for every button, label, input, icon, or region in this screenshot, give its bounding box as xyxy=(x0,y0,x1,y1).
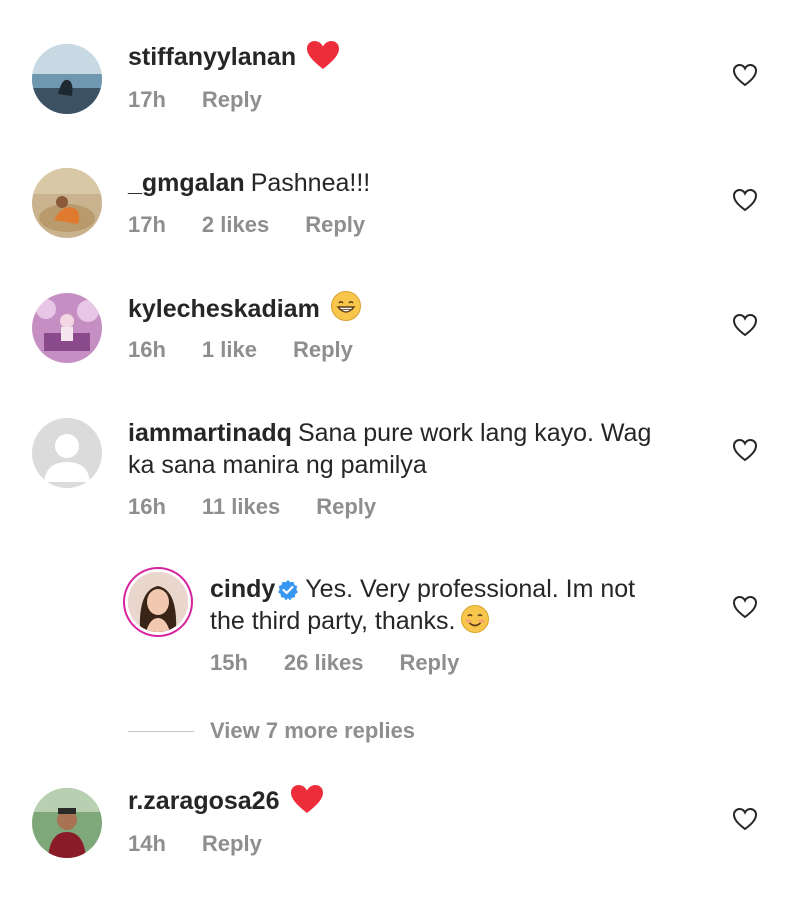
comment-body-line2: the third party, thanks. xyxy=(210,607,456,635)
avatar[interactable] xyxy=(32,788,102,858)
comment-text-line2: ka sana manira ng pamilya xyxy=(128,448,427,482)
like-heart-icon[interactable] xyxy=(732,312,758,338)
smiling-emoji-icon xyxy=(460,604,490,643)
avatar[interactable] xyxy=(32,168,102,238)
comment-meta: 17h 2 likes Reply xyxy=(128,212,401,238)
comment-time: 17h xyxy=(128,87,166,112)
comment-text: kylecheskadiam xyxy=(128,290,362,331)
likes-count[interactable]: 2 likes xyxy=(202,212,269,237)
comment-time: 14h xyxy=(128,831,166,856)
comment-meta: 16h 11 likes Reply xyxy=(128,494,412,520)
comment-text: _gmgalan Pashnea!!! xyxy=(128,166,370,200)
comment-username[interactable]: r.zaragosa26 xyxy=(128,787,280,815)
comment-body-line1: Yes. Very professional. Im not xyxy=(305,575,636,603)
reply-button[interactable]: Reply xyxy=(316,494,376,519)
comment-body: Pashnea!!! xyxy=(250,169,371,197)
like-heart-icon[interactable] xyxy=(732,437,758,463)
comment-username[interactable]: stiffanyylanan xyxy=(128,43,296,71)
comment-meta: 16h 1 like Reply xyxy=(128,337,389,363)
like-heart-icon[interactable] xyxy=(732,187,758,213)
heart-emoji-icon xyxy=(290,784,324,823)
likes-count[interactable]: 1 like xyxy=(202,337,257,362)
avatar[interactable] xyxy=(128,572,188,632)
reply-button[interactable]: Reply xyxy=(202,87,262,112)
comment-text: stiffanyylanan xyxy=(128,40,340,79)
avatar[interactable] xyxy=(32,293,102,363)
view-more-replies-label[interactable]: View 7 more replies xyxy=(210,718,415,744)
comment-text: iammartinadq Sana pure work lang kayo. Wa… xyxy=(128,416,651,450)
view-more-replies[interactable]: View 7 more replies xyxy=(128,716,415,746)
comment-time: 15h xyxy=(210,650,248,675)
avatar[interactable] xyxy=(32,418,102,488)
grinning-emoji-icon xyxy=(330,290,362,331)
comment-meta: 14h Reply xyxy=(128,831,298,857)
comment-body-line1: Sana pure work lang kayo. Wag xyxy=(297,419,652,447)
like-heart-icon[interactable] xyxy=(732,806,758,832)
comment-text-line2: the third party, thanks. xyxy=(210,604,490,643)
likes-count[interactable]: 26 likes xyxy=(284,650,364,675)
avatar[interactable] xyxy=(32,44,102,114)
comment-username[interactable]: kylecheskadiam xyxy=(128,295,320,323)
reply-button[interactable]: Reply xyxy=(305,212,365,237)
comment-meta: 17h Reply xyxy=(128,87,298,113)
heart-emoji-icon xyxy=(306,40,340,79)
reply-button[interactable]: Reply xyxy=(399,650,459,675)
reply-button[interactable]: Reply xyxy=(293,337,353,362)
reply-button[interactable]: Reply xyxy=(202,831,262,856)
divider xyxy=(128,730,194,732)
comment-username[interactable]: iammartinadq xyxy=(128,419,292,447)
like-heart-icon[interactable] xyxy=(732,594,758,620)
comment-username[interactable]: _gmgalan xyxy=(128,169,245,197)
comment-time: 17h xyxy=(128,212,166,237)
likes-count[interactable]: 11 likes xyxy=(202,494,280,519)
comment-time: 16h xyxy=(128,337,166,362)
comment-body-line2: ka sana manira ng pamilya xyxy=(128,451,427,479)
comment-text: r.zaragosa26 xyxy=(128,784,324,823)
like-heart-icon[interactable] xyxy=(732,62,758,88)
comment-username[interactable]: cindy xyxy=(210,575,275,603)
comment-meta: 15h 26 likes Reply xyxy=(210,650,495,676)
comment-time: 16h xyxy=(128,494,166,519)
